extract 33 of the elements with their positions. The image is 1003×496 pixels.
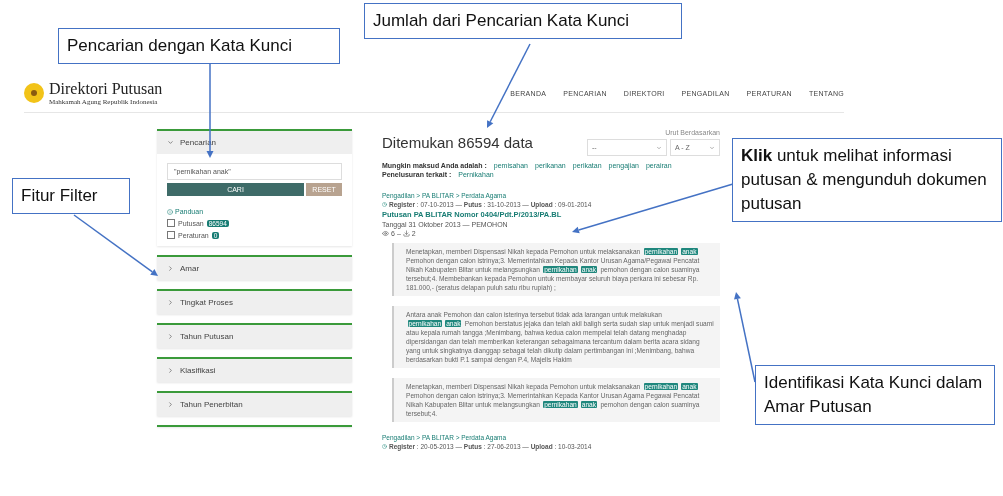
chevron-down-icon <box>167 139 174 146</box>
eye-icon <box>382 230 389 237</box>
chevron-down-icon <box>709 144 715 151</box>
chevron-right-icon <box>167 333 174 340</box>
chevron-right-icon <box>167 265 174 272</box>
section-header[interactable]: Tahun Putusan <box>157 325 352 348</box>
annotation-callout: Identifikasi Kata Kunci dalam Amar Putusan <box>755 365 995 425</box>
section-title: Tingkat Proses <box>180 298 234 307</box>
section-header[interactable]: Amar <box>157 257 352 280</box>
checkbox[interactable] <box>167 219 175 227</box>
section-title: Amar <box>180 264 200 273</box>
annotation-callout: Pencarian dengan Kata Kunci <box>58 28 340 64</box>
logo-icon <box>24 83 44 103</box>
section-header[interactable]: Klasifikasi <box>157 359 352 382</box>
site-title: Direktori Putusan <box>49 80 163 98</box>
section-header[interactable]: Tingkat Proses <box>157 291 352 314</box>
section-title: Klasifikasi <box>180 366 216 375</box>
section-title: Tahun Penerbitan <box>180 400 243 409</box>
results-heading: Ditemukan 86594 data <box>382 134 533 151</box>
chevron-right-icon <box>167 401 174 408</box>
annotation-callout: Fitur Filter <box>12 178 130 214</box>
info-icon <box>167 208 173 215</box>
chevron-down-icon <box>656 144 662 151</box>
section-title: Tahun Putusan <box>180 332 234 341</box>
clock-icon <box>382 202 387 207</box>
clock-icon <box>382 444 387 449</box>
chevron-right-icon <box>167 367 174 374</box>
annotation-callout: Jumlah dari Pencarian Kata Kunci <box>364 3 682 39</box>
checkbox[interactable] <box>167 231 175 239</box>
section-header[interactable]: Tahun Penerbitan <box>157 393 352 416</box>
annotation-callout: Klik untuk melihat informasi putusan & mengunduh dokumen putusan <box>732 138 1002 222</box>
download-icon <box>402 230 410 237</box>
chevron-right-icon <box>167 299 174 306</box>
